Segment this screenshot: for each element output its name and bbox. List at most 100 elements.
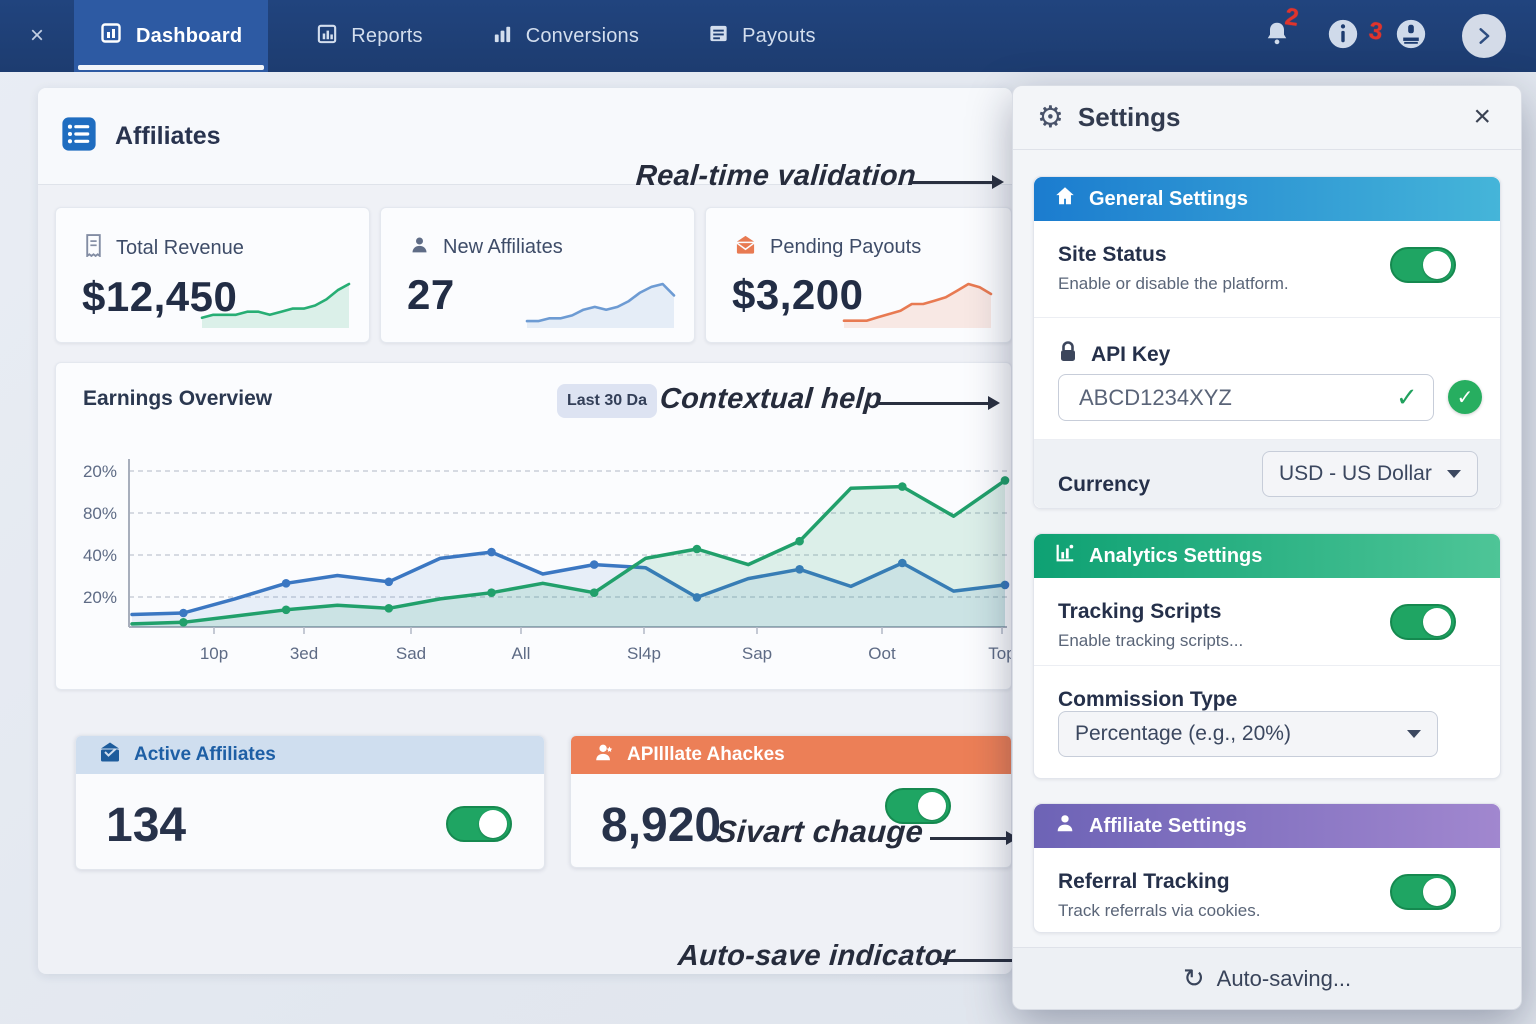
annotation-contextual-help: Contextual help xyxy=(659,383,883,416)
inbox-envelope-icon xyxy=(98,741,122,769)
dashboard-icon xyxy=(100,21,124,51)
stat-label: Total Revenue xyxy=(116,237,244,260)
reports-icon xyxy=(316,22,339,51)
highlight-card-value: 8,920 xyxy=(601,798,721,853)
person-plus-icon xyxy=(593,741,615,769)
affiliates-sparkline xyxy=(523,274,678,330)
analytics-settings-section: Analytics Settings Tracking Scripts Enab… xyxy=(1033,533,1501,779)
tab-conversions[interactable]: Conversions xyxy=(465,0,665,72)
section-title: Affiliate Settings xyxy=(1089,815,1247,838)
conversions-icon xyxy=(491,22,514,51)
settings-title: Settings xyxy=(1078,102,1181,133)
svg-text:Sad: Sad xyxy=(396,644,426,663)
svg-text:Sl4p: Sl4p xyxy=(627,644,661,663)
stat-card-new-affiliates: New Affiliates 27 xyxy=(380,207,695,343)
annotation-arrow-contextual xyxy=(878,402,990,405)
stat-label: Pending Payouts xyxy=(770,236,921,259)
annotation-smart-change: Sivart chauge xyxy=(715,814,925,850)
annotation-autosave-indicator: Auto-save indicator xyxy=(677,940,956,973)
chevron-down-icon xyxy=(1447,470,1461,478)
earnings-line-chart: 20%80%40%20%10p3edSadAllSl4pSapOotTop xyxy=(69,449,1011,679)
svg-text:80%: 80% xyxy=(83,504,117,523)
receipt-icon xyxy=(84,234,103,263)
svg-text:40%: 40% xyxy=(83,546,117,565)
section-title: General Settings xyxy=(1089,188,1248,211)
tab-reports[interactable]: Reports xyxy=(290,0,448,72)
lock-icon xyxy=(1058,340,1078,369)
svg-text:20%: 20% xyxy=(83,462,117,481)
stamp-icon[interactable] xyxy=(1394,17,1428,56)
annotation-arrow-realtime xyxy=(912,181,994,184)
envelope-icon xyxy=(734,234,757,261)
highlight-card-title: Active Affiliates xyxy=(134,744,276,766)
spinner-icon: ↻ xyxy=(1183,963,1205,994)
highlight-card-value: 134 xyxy=(106,798,186,853)
commission-type-select[interactable]: Percentage (e.g., 20%) xyxy=(1058,711,1438,757)
svg-text:3ed: 3ed xyxy=(290,644,318,663)
referral-tracking-row: Referral Tracking Track referrals via co… xyxy=(1034,848,1500,932)
autosave-status-text: Auto-saving... xyxy=(1217,966,1352,992)
svg-text:10p: 10p xyxy=(200,644,228,663)
referral-tracking-toggle[interactable] xyxy=(1390,874,1456,910)
validation-success-badge: ✓ xyxy=(1448,380,1482,414)
site-status-toggle[interactable] xyxy=(1390,247,1456,283)
date-range-button[interactable]: Last 30 Da xyxy=(557,384,657,418)
svg-text:Sap: Sap xyxy=(742,644,772,663)
expand-chevron-button[interactable] xyxy=(1462,14,1506,58)
active-affiliates-card: Active Affiliates 134 xyxy=(75,735,545,870)
annotation-arrow-smart xyxy=(930,837,1008,840)
analytics-settings-header: Analytics Settings xyxy=(1034,534,1500,578)
tab-dashboard[interactable]: Dashboard xyxy=(74,0,268,72)
tab-payouts-label: Payouts xyxy=(742,25,816,48)
active-affiliates-toggle[interactable] xyxy=(446,806,512,842)
chevron-down-icon xyxy=(1407,730,1421,738)
autosave-status-bar: ↻ Auto-saving... xyxy=(1013,947,1521,1009)
tab-payouts[interactable]: Payouts xyxy=(681,0,842,72)
user-icon xyxy=(409,234,430,261)
analytics-chart-icon xyxy=(1054,542,1076,570)
svg-text:Top: Top xyxy=(988,644,1011,663)
home-icon xyxy=(1054,185,1076,213)
highlight-card-title: APIlllate Ahackes xyxy=(627,744,785,766)
tracking-scripts-toggle[interactable] xyxy=(1390,604,1456,640)
commission-type-label: Commission Type xyxy=(1058,688,1476,712)
general-settings-header: General Settings xyxy=(1034,177,1500,221)
tab-conversions-label: Conversions xyxy=(526,25,639,48)
payouts-icon xyxy=(707,22,730,51)
annotation-realtime-validation: Real-time validation xyxy=(635,160,917,193)
info-icon[interactable] xyxy=(1326,17,1360,56)
input-valid-check-icon: ✓ xyxy=(1396,382,1418,413)
svg-text:20%: 20% xyxy=(83,588,117,607)
affiliate-settings-header: Affiliate Settings xyxy=(1034,804,1500,848)
svg-text:Oot: Oot xyxy=(868,644,896,663)
settings-panel: ⚙ Settings × General Settings Site Statu… xyxy=(1012,85,1522,1010)
person-icon xyxy=(1054,812,1076,840)
top-navbar: × Dashboard Reports Conversions Payouts xyxy=(0,0,1536,72)
currency-select[interactable]: USD - US Dollar xyxy=(1262,451,1478,497)
earnings-title: Earnings Overview xyxy=(83,387,272,411)
affiliate-settings-section: Affiliate Settings Referral Tracking Tra… xyxy=(1033,803,1501,933)
general-settings-section: General Settings Site Status Enable or d… xyxy=(1033,176,1501,509)
currency-value: USD - US Dollar xyxy=(1279,462,1432,486)
tab-reports-label: Reports xyxy=(351,25,422,48)
stat-card-pending-payouts: Pending Payouts $3,200 xyxy=(705,207,1012,343)
stat-label: New Affiliates xyxy=(443,236,563,259)
gear-icon: ⚙ xyxy=(1037,100,1064,135)
commission-type-row: Commission Type Percentage (e.g., 20%) xyxy=(1034,666,1500,779)
section-title: Analytics Settings xyxy=(1089,545,1262,568)
tracking-scripts-row: Tracking Scripts Enable tracking scripts… xyxy=(1034,578,1500,666)
affiliates-list-icon xyxy=(60,115,98,158)
api-key-input[interactable] xyxy=(1058,374,1434,421)
site-status-row: Site Status Enable or disable the platfo… xyxy=(1034,221,1500,318)
payouts-sparkline xyxy=(840,274,995,330)
settings-panel-header: ⚙ Settings × xyxy=(1013,86,1521,150)
navbar-close-icon[interactable]: × xyxy=(30,22,44,50)
api-key-label: API Key xyxy=(1091,343,1170,367)
tab-dashboard-label: Dashboard xyxy=(136,25,242,48)
commission-type-value: Percentage (e.g., 20%) xyxy=(1075,722,1291,746)
currency-label: Currency xyxy=(1058,473,1150,496)
api-key-row: API Key ✓ ✓ xyxy=(1034,318,1500,440)
settings-close-icon[interactable]: × xyxy=(1473,102,1491,132)
revenue-sparkline xyxy=(198,274,353,330)
currency-row: Currency USD - US Dollar xyxy=(1034,440,1500,508)
